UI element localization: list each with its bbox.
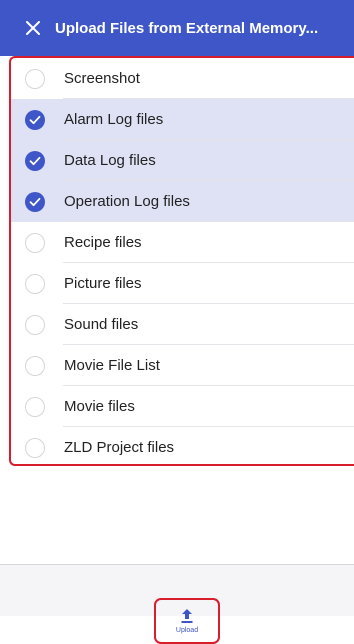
list-item-sound[interactable]: Sound files — [11, 304, 354, 345]
list-item-label: Movie File List — [64, 357, 160, 374]
list-item-alarm-log[interactable]: Alarm Log files — [11, 99, 354, 140]
list-item-picture[interactable]: Picture files — [11, 263, 354, 304]
close-icon — [26, 21, 40, 35]
list-item-recipe[interactable]: Recipe files — [11, 222, 354, 263]
list-item-label: Alarm Log files — [64, 111, 164, 128]
checkbox[interactable] — [25, 273, 45, 294]
upload-label: Upload — [175, 627, 199, 634]
list-item-label: Picture files — [64, 275, 142, 292]
checkbox[interactable] — [25, 150, 45, 171]
list-item-movie-file-list[interactable]: Movie File List — [11, 345, 354, 386]
list-item-label: Recipe files — [64, 234, 142, 251]
file-type-list: Screenshot Alarm Log files Data Log file… — [11, 58, 354, 464]
list-item-screenshot[interactable]: Screenshot — [11, 58, 354, 99]
checkbox[interactable] — [25, 355, 45, 376]
list-item-label: ZLD Project files — [64, 439, 175, 456]
list-item-label: Operation Log files — [64, 193, 190, 210]
bottom-toolbar: Upload — [0, 564, 354, 644]
checkmark-icon — [29, 115, 41, 124]
list-item-label: Sound files — [64, 316, 139, 333]
upload-button[interactable]: Upload — [154, 598, 220, 644]
list-item-movie[interactable]: Movie files — [11, 386, 354, 427]
list-item-data-log[interactable]: Data Log files — [11, 140, 354, 181]
title-bar: Upload Files from External Memory... — [0, 0, 354, 56]
close-button[interactable] — [13, 0, 53, 56]
list-item-label: Screenshot — [64, 70, 140, 87]
checkbox[interactable] — [25, 68, 45, 89]
checkbox[interactable] — [25, 232, 45, 253]
upload-icon — [181, 609, 193, 623]
checkbox[interactable] — [25, 109, 45, 130]
file-type-list-frame: Screenshot Alarm Log files Data Log file… — [9, 56, 354, 466]
checkmark-icon — [29, 197, 41, 206]
list-item-label: Movie files — [64, 398, 135, 415]
list-item-operation-log[interactable]: Operation Log files — [11, 181, 354, 222]
checkbox[interactable] — [25, 396, 45, 417]
checkmark-icon — [29, 156, 41, 165]
checkbox[interactable] — [25, 437, 45, 458]
list-item-label: Data Log files — [64, 152, 156, 169]
checkbox[interactable] — [25, 314, 45, 335]
list-item-zld-project[interactable]: ZLD Project files — [11, 427, 354, 464]
page-title: Upload Files from External Memory... — [55, 19, 319, 37]
checkbox[interactable] — [25, 191, 45, 212]
